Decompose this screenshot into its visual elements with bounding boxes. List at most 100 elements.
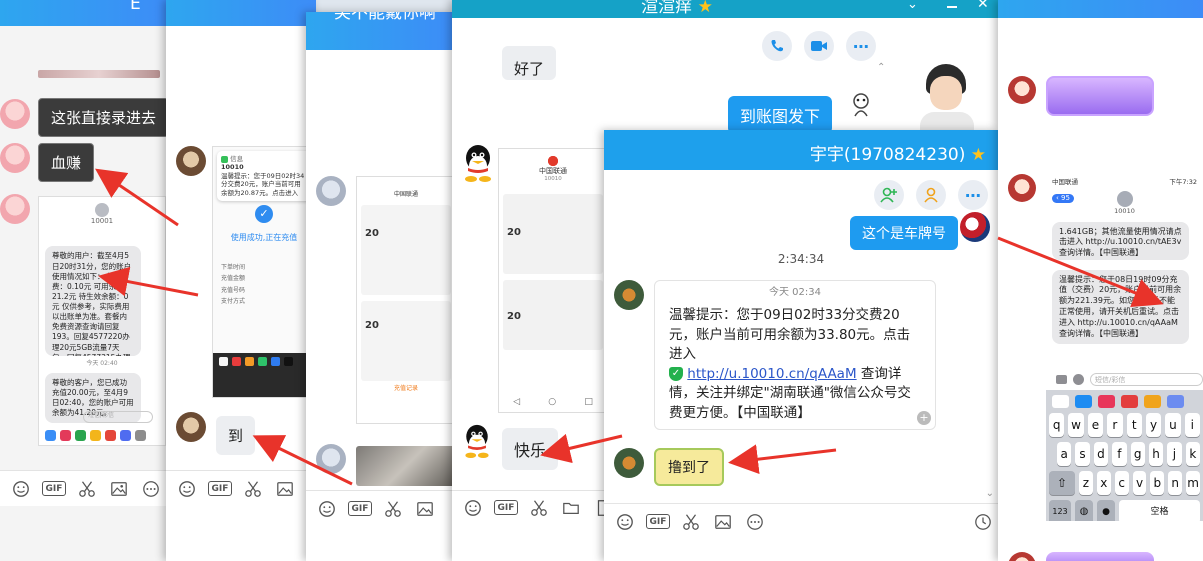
avatar[interactable]: [850, 92, 872, 118]
home-icon[interactable]: ○: [548, 396, 556, 408]
color-swatch[interactable]: [245, 357, 254, 366]
avatar[interactable]: [316, 444, 346, 474]
space-key[interactable]: 空格: [1119, 500, 1200, 521]
key[interactable]: n: [1168, 471, 1183, 495]
avatar[interactable]: [462, 144, 494, 182]
numbers-key[interactable]: 123: [1049, 500, 1071, 521]
avatar[interactable]: [462, 424, 492, 458]
avatar[interactable]: [316, 176, 346, 206]
emoji-icon[interactable]: [614, 512, 636, 532]
scissors-icon[interactable]: [76, 479, 98, 499]
phone-screenshot[interactable]: 中国联通 下午7:32 ‹ 95 10010 1.641GB；其他流量使用情况请…: [1046, 176, 1203, 521]
key[interactable]: f: [1112, 442, 1127, 466]
avatar[interactable]: [960, 212, 990, 242]
avatar[interactable]: [614, 280, 644, 310]
more-icon[interactable]: [140, 479, 162, 499]
photo-thumbnail[interactable]: [356, 446, 456, 486]
shift-key-icon[interactable]: ⇧: [1049, 471, 1075, 495]
image-icon[interactable]: [414, 499, 436, 519]
key[interactable]: t: [1126, 413, 1142, 437]
back-button[interactable]: ‹ 95: [1052, 194, 1074, 204]
key[interactable]: d: [1093, 442, 1109, 466]
group-icon[interactable]: [916, 180, 946, 210]
collapse-icon[interactable]: ⌃: [877, 62, 885, 73]
image-icon[interactable]: [712, 512, 734, 532]
sms-input[interactable]: 短信/彩信: [83, 411, 153, 423]
gif-icon[interactable]: GIF: [208, 481, 232, 496]
key[interactable]: c: [1114, 471, 1129, 495]
emoji-icon[interactable]: [462, 498, 484, 518]
avatar[interactable]: [0, 194, 30, 224]
sms-screenshot[interactable]: 10001 尊敬的用户：截至4月5日20时31分，您的账户使用情况如下：本月消费…: [38, 196, 166, 446]
color-swatch[interactable]: [271, 357, 280, 366]
key[interactable]: s: [1075, 442, 1090, 466]
key[interactable]: x: [1096, 471, 1111, 495]
key[interactable]: m: [1186, 471, 1200, 495]
color-swatch[interactable]: [284, 357, 293, 366]
color-swatch[interactable]: [258, 357, 267, 366]
sms-card[interactable]: 今天 02:34 温馨提示：您于09日02时33分交费20元，账户当前可用余额为…: [654, 280, 936, 430]
color-swatch[interactable]: [232, 357, 241, 366]
avatar[interactable]: [1008, 174, 1036, 202]
avatar[interactable]: [1008, 552, 1036, 561]
key[interactable]: i: [1184, 413, 1200, 437]
key[interactable]: v: [1132, 471, 1147, 495]
sticker-image[interactable]: [1046, 76, 1154, 116]
phone-screenshot[interactable]: 信息 10010 温馨提示：您于09日02时34分交费20元，账户当前可用余额为…: [212, 146, 316, 398]
sms-input[interactable]: 短信/彩信: [1090, 372, 1203, 386]
emoji-icon[interactable]: [10, 479, 32, 499]
back-icon[interactable]: ◁: [513, 396, 520, 408]
key[interactable]: y: [1145, 413, 1162, 437]
emoji-icon[interactable]: [316, 499, 338, 519]
key[interactable]: k: [1185, 442, 1200, 466]
collapse-icon[interactable]: ⌄: [986, 488, 994, 499]
more-icon[interactable]: ⋯: [846, 31, 876, 61]
key[interactable]: z: [1079, 471, 1093, 495]
close-icon[interactable]: ✕: [977, 0, 989, 12]
key[interactable]: e: [1087, 413, 1104, 437]
image-icon[interactable]: [274, 479, 296, 499]
minimize-icon[interactable]: [947, 6, 957, 8]
more-icon[interactable]: [744, 512, 766, 532]
key[interactable]: u: [1165, 413, 1181, 437]
key[interactable]: a: [1057, 442, 1072, 466]
key[interactable]: r: [1107, 413, 1123, 437]
sticker-image[interactable]: [1046, 552, 1154, 561]
gif-icon[interactable]: GIF: [42, 481, 66, 496]
gif-icon[interactable]: GIF: [348, 501, 372, 516]
phone-call-icon[interactable]: [762, 31, 792, 61]
avatar[interactable]: [176, 412, 206, 442]
phone-screenshot[interactable]: 中国联通 20 20 充值记录: [356, 176, 456, 424]
avatar[interactable]: [0, 99, 30, 129]
video-call-icon[interactable]: [804, 31, 834, 61]
avatar[interactable]: [614, 448, 644, 478]
avatar[interactable]: [462, 42, 492, 70]
appstore-icon[interactable]: [1073, 373, 1084, 385]
camera-icon[interactable]: [1056, 374, 1067, 384]
more-icon[interactable]: ⋯: [958, 180, 988, 210]
globe-icon[interactable]: ◍: [1075, 500, 1093, 521]
scissors-icon[interactable]: [382, 499, 404, 519]
scissors-icon[interactable]: [242, 479, 264, 499]
key[interactable]: g: [1130, 442, 1145, 466]
scissors-icon[interactable]: [528, 498, 550, 518]
key[interactable]: b: [1150, 471, 1165, 495]
key[interactable]: w: [1068, 413, 1084, 437]
avatar[interactable]: [1008, 76, 1036, 104]
key[interactable]: q: [1049, 413, 1065, 437]
key[interactable]: j: [1167, 442, 1182, 466]
scissors-icon[interactable]: [680, 512, 702, 532]
gif-icon[interactable]: GIF: [494, 500, 518, 515]
add-friend-icon[interactable]: [874, 180, 904, 210]
phone-screenshot[interactable]: 中国联通 10010 20 20 ◁ ○ □: [498, 148, 608, 413]
chevron-down-icon[interactable]: ⌄: [907, 0, 918, 12]
key[interactable]: h: [1148, 442, 1164, 466]
folder-icon[interactable]: [560, 498, 582, 518]
gif-icon[interactable]: GIF: [646, 514, 670, 529]
image-icon[interactable]: [108, 479, 130, 499]
avatar[interactable]: [0, 143, 30, 173]
color-swatch[interactable]: [219, 357, 228, 366]
card-link[interactable]: http://u.10010.cn/qAAaM: [687, 366, 856, 382]
recent-icon[interactable]: □: [584, 396, 593, 408]
history-clock-icon[interactable]: [972, 512, 994, 532]
